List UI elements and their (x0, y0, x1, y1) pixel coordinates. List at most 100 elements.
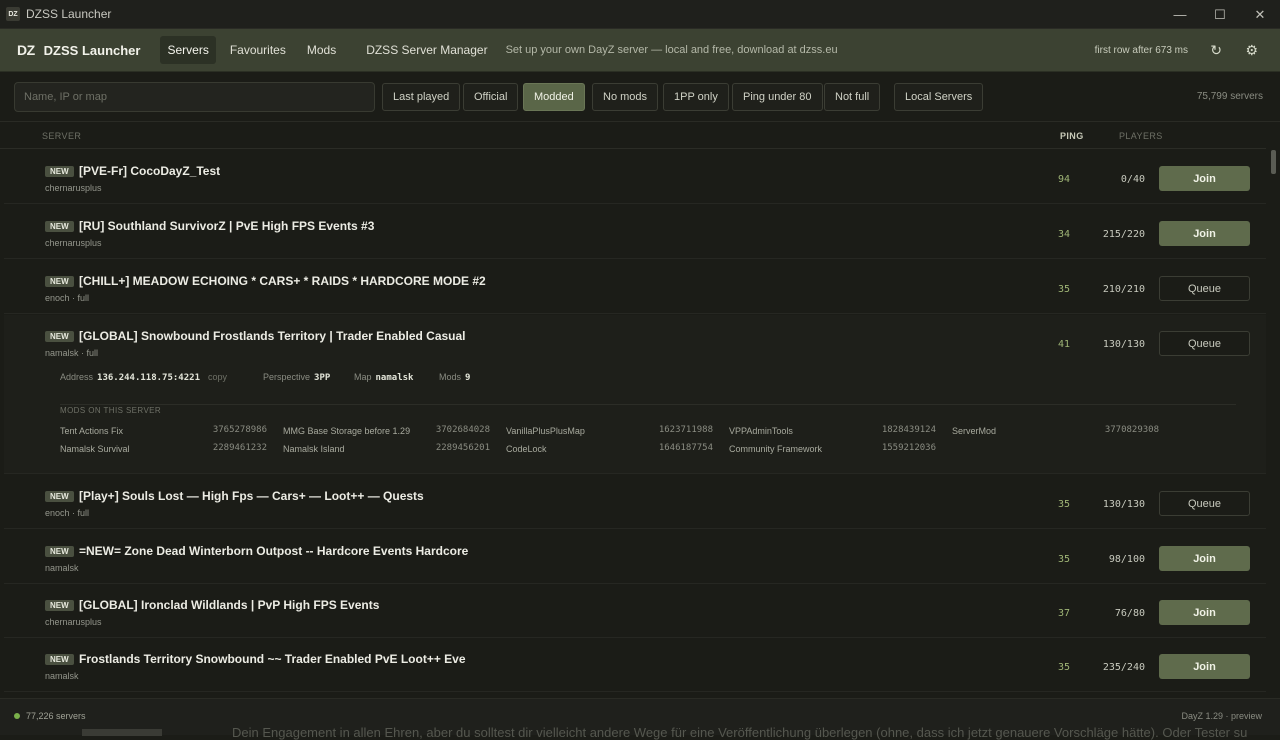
server-row[interactable]: NEW [GLOBAL] Ironclad Wildlands | PvP Hi… (4, 584, 1266, 638)
mod-id: 1828439124 (881, 425, 936, 435)
scroll-thumb[interactable] (1271, 150, 1276, 174)
server-ping: 37 (1057, 608, 1071, 619)
app-icon: DZ (6, 7, 20, 21)
details-divider (60, 404, 1236, 405)
server-ping: 35 (1057, 662, 1071, 673)
server-row[interactable]: NEW [PVE-Fr] CocoDayZ_Test chernarusplus… (4, 150, 1266, 204)
server-name: =NEW= Zone Dead Winterborn Outpost -- Ha… (79, 544, 469, 558)
join-button[interactable]: Join (1159, 166, 1250, 191)
join-button[interactable]: Join (1159, 221, 1250, 246)
new-badge: NEW (45, 654, 74, 665)
server-players: 215/220 (1102, 229, 1145, 240)
server-row[interactable]: NEW [Play+] Souls Lost — High Fps — Cars… (4, 475, 1266, 529)
main-nav: Servers Favourites Mods (160, 36, 350, 64)
mod-name: Namalsk Survival (60, 444, 130, 454)
server-players: 76/80 (1114, 608, 1145, 619)
mods-meta: Mods 9 (439, 372, 471, 383)
column-header: SERVER PING PLAYERS (0, 123, 1266, 149)
filter-1pp-only[interactable]: 1PP only (663, 83, 729, 111)
refresh-icon[interactable]: ↻ (1210, 42, 1222, 59)
server-count: 75,799 servers (1196, 91, 1263, 102)
server-players: 130/130 (1102, 339, 1145, 350)
maximize-icon[interactable]: ☐ (1200, 0, 1240, 29)
filter-official[interactable]: Official (463, 83, 519, 111)
filter-modded[interactable]: Modded (523, 83, 585, 111)
mod-id: 1646187754 (658, 443, 713, 453)
search-input[interactable] (14, 82, 375, 112)
new-badge: NEW (45, 276, 74, 287)
col-server[interactable]: SERVER (42, 131, 81, 141)
join-button[interactable]: Join (1159, 600, 1250, 625)
server-ping: 34 (1057, 229, 1071, 240)
mod-id: 3765278986 (212, 425, 267, 435)
mod-id: 2289461232 (212, 443, 267, 453)
server-map: chernarusplus (45, 183, 102, 193)
server-map: namalsk (45, 671, 79, 681)
mod-id: 1559212036 (881, 443, 936, 453)
server-map: chernarusplus (45, 617, 102, 627)
filter-no-mods[interactable]: No mods (592, 83, 659, 111)
new-badge: NEW (45, 166, 74, 177)
filter-ping-under-80[interactable]: Ping under 80 (732, 83, 823, 111)
app-header: DZ DZSS Launcher Servers Favourites Mods… (0, 29, 1280, 72)
col-ping[interactable]: PING (1060, 131, 1084, 141)
window-title: DZSS Launcher (26, 7, 112, 21)
server-ping: 35 (1057, 499, 1071, 510)
mod-name: VPPAdminTools (729, 426, 793, 436)
server-row[interactable]: NEW =NEW= Zone Dead Winterborn Outpost -… (4, 530, 1266, 584)
logo: DZ (17, 42, 35, 58)
server-name: [GLOBAL] Ironclad Wildlands | PvP High F… (79, 598, 380, 612)
new-badge: NEW (45, 600, 74, 611)
gear-icon[interactable]: ⚙ (1245, 42, 1258, 59)
new-badge: NEW (45, 491, 74, 502)
first-row-timing: first row after 673 ms (1094, 44, 1188, 56)
mod-id: 3702684028 (435, 425, 490, 435)
join-button[interactable]: Join (1159, 546, 1250, 571)
filter-last-played[interactable]: Last played (382, 83, 461, 111)
server-ping: 94 (1057, 174, 1071, 185)
queue-button[interactable]: Queue (1159, 491, 1250, 516)
server-row[interactable]: NEW [CHILL+] MEADOW ECHOING * CARS+ * RA… (4, 260, 1266, 314)
filter-local-servers[interactable]: Local Servers (894, 83, 984, 111)
server-row-expanded[interactable]: NEW [GLOBAL] Snowbound Frostlands Territ… (4, 315, 1266, 474)
mod-name: Tent Actions Fix (60, 426, 124, 436)
nav-server-manager[interactable]: DZSS Server Manager (366, 43, 487, 57)
list-scrollbar[interactable] (1271, 150, 1276, 698)
col-players[interactable]: PLAYERS (1119, 131, 1163, 141)
footer-server-count: 77,226 servers (26, 711, 86, 721)
queue-button[interactable]: Queue (1159, 331, 1250, 356)
server-players: 235/240 (1102, 662, 1145, 673)
new-badge: NEW (45, 546, 74, 557)
perspective-meta: Perspective 3PP (263, 372, 331, 383)
window-titlebar: DZ DZSS Launcher — ☐ ✕ (0, 0, 1280, 29)
filter-not-full[interactable]: Not full (824, 83, 881, 111)
mod-name: VanillaPlusPlusMap (506, 426, 585, 436)
queue-button[interactable]: Queue (1159, 276, 1250, 301)
server-map-value: namalsk (375, 373, 414, 383)
server-name: [RU] Southland SurvivorZ | PvE High FPS … (79, 219, 375, 233)
server-name: [Play+] Souls Lost — High Fps — Cars+ — … (79, 489, 424, 503)
server-name: [CHILL+] MEADOW ECHOING * CARS+ * RAIDS … (79, 274, 486, 288)
server-row[interactable]: NEW [RU] Southland SurvivorZ | PvE High … (4, 205, 1266, 259)
join-button[interactable]: Join (1159, 654, 1250, 679)
server-map: enoch · full (45, 293, 90, 303)
new-badge: NEW (45, 221, 74, 232)
status-dot-icon (14, 713, 20, 719)
copy-address-link[interactable]: copy (208, 372, 227, 382)
status-bar: Dein Engagement in allen Ehren, aber du … (0, 698, 1280, 740)
server-list: NEW [PVE-Fr] CocoDayZ_Test chernarusplus… (0, 150, 1266, 698)
minimize-icon[interactable]: — (1160, 0, 1200, 29)
close-icon[interactable]: ✕ (1240, 0, 1280, 29)
server-map: namalsk (45, 563, 79, 573)
server-address: 136.244.118.75:4221 (97, 373, 200, 383)
nav-favourites[interactable]: Favourites (223, 36, 293, 64)
filter-bar: Last played Official Modded No mods 1PP … (0, 72, 1280, 122)
mod-name: CodeLock (506, 444, 547, 454)
nav-servers[interactable]: Servers (160, 36, 216, 64)
server-ping: 35 (1057, 284, 1071, 295)
server-name: [PVE-Fr] CocoDayZ_Test (79, 164, 221, 178)
mod-id: 3770829308 (1104, 425, 1159, 435)
server-name: Frostlands Territory Snowbound ~~ Trader… (79, 652, 466, 666)
server-row[interactable]: NEW Frostlands Territory Snowbound ~~ Tr… (4, 638, 1266, 692)
nav-mods[interactable]: Mods (300, 36, 343, 64)
